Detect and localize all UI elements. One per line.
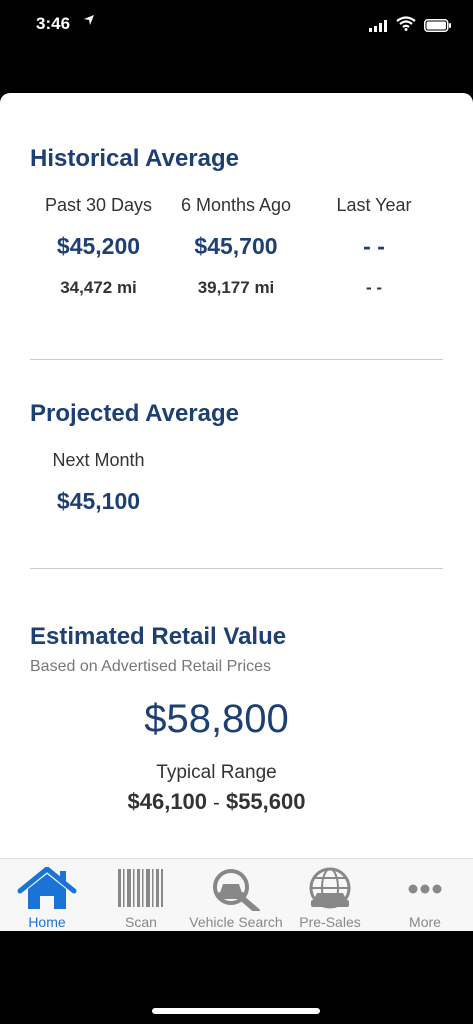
- range-separator: -: [213, 792, 220, 814]
- typical-range: $46,100 - $55,600: [0, 789, 433, 815]
- historical-price: $45,700: [194, 233, 278, 259]
- more-icon: [378, 867, 472, 911]
- signal-icon: [369, 19, 389, 37]
- tab-bar: Home Scan Vehicle Search Pre-Sales More: [0, 858, 473, 931]
- historical-average-title: Historical Average: [30, 145, 239, 172]
- tab-vehicle-search[interactable]: Vehicle Search: [189, 859, 283, 931]
- historical-col-last-year: Last Year - - - -: [305, 195, 443, 298]
- status-time: 3:46: [36, 14, 71, 33]
- historical-mileage: - -: [365, 278, 383, 297]
- location-arrow-icon: [83, 14, 95, 29]
- historical-mileage: 34,472 mi: [60, 278, 137, 297]
- barcode-icon: [94, 867, 188, 911]
- globe-car-icon: [283, 867, 377, 911]
- battery-icon: [424, 19, 452, 37]
- home-icon: [0, 866, 94, 911]
- range-low: $46,100: [127, 789, 208, 814]
- vehicle-search-icon: [189, 867, 283, 914]
- historical-price: $45,200: [56, 233, 141, 259]
- tab-label: Home: [28, 914, 66, 930]
- typical-range-label: Typical Range: [156, 762, 277, 783]
- historical-col-6-months-ago: 6 Months Ago $45,700 39,177 mi: [167, 195, 305, 298]
- projected-next-month: Next Month $45,100: [30, 450, 167, 515]
- status-bar: 3:46: [0, 0, 473, 52]
- historical-label: Last Year: [336, 195, 412, 215]
- tab-more[interactable]: More: [378, 859, 472, 931]
- tab-scan[interactable]: Scan: [94, 859, 188, 931]
- wifi-icon: [396, 16, 416, 36]
- projected-label: Next Month: [52, 450, 145, 470]
- section-divider: [30, 568, 443, 569]
- estimated-retail-title: Estimated Retail Value: [30, 623, 287, 650]
- section-divider: [30, 359, 443, 360]
- historical-label: Past 30 Days: [44, 195, 153, 215]
- projected-price: $45,100: [56, 488, 141, 514]
- tab-label: More: [409, 914, 441, 930]
- tab-label: Scan: [125, 914, 157, 930]
- historical-label: 6 Months Ago: [180, 195, 292, 215]
- historical-mileage: 39,177 mi: [197, 278, 275, 297]
- range-high: $55,600: [225, 789, 306, 814]
- tab-label: Pre-Sales: [299, 914, 361, 930]
- historical-price: - -: [363, 233, 385, 259]
- estimated-retail-subtitle: Based on Advertised Retail Prices: [30, 658, 272, 675]
- tab-pre-sales[interactable]: Pre-Sales: [283, 859, 377, 931]
- tab-label: Vehicle Search: [189, 914, 283, 930]
- home-indicator[interactable]: [152, 1008, 320, 1014]
- estimated-retail-value: $58,800: [144, 697, 289, 741]
- valuation-card: Historical Average Past 30 Days $45,200 …: [0, 93, 473, 931]
- projected-average-title: Projected Average: [30, 400, 239, 427]
- tab-home[interactable]: Home: [0, 859, 94, 931]
- historical-col-past-30-days: Past 30 Days $45,200 34,472 mi: [30, 195, 167, 298]
